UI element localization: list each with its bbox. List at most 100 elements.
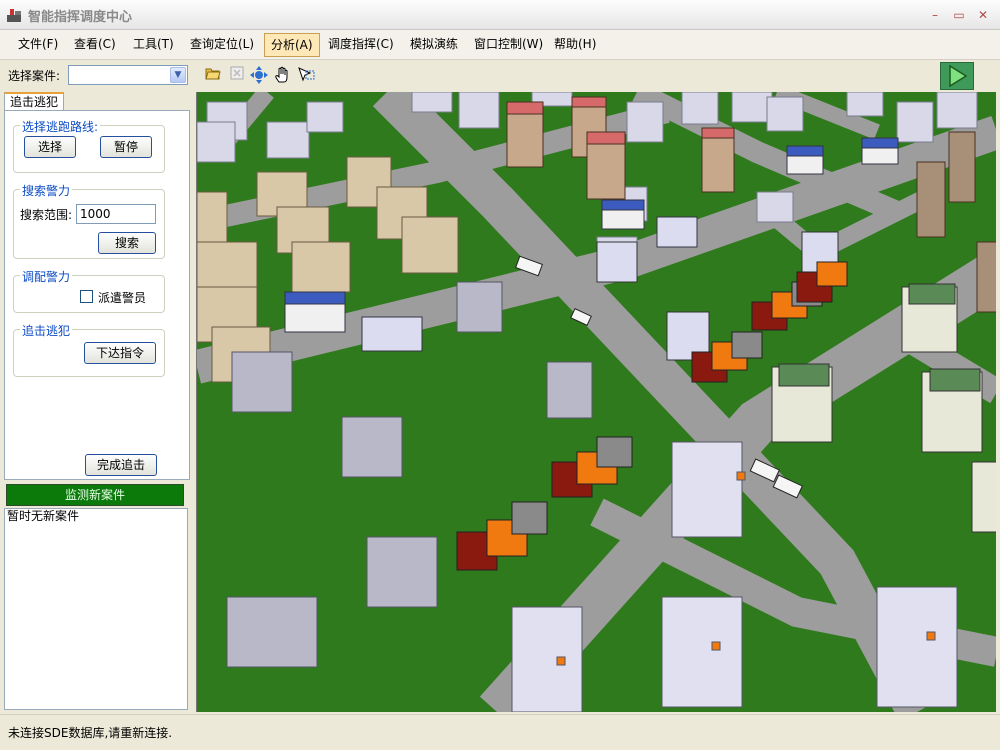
building [226,596,318,668]
building [731,92,773,123]
new-case-list[interactable]: 暂时无新案件 [4,508,188,710]
building-roof [601,199,645,211]
building [458,92,500,129]
3d-city-map[interactable] [196,92,996,712]
app-icon [6,7,24,23]
building [284,301,346,333]
roof-vent [711,641,721,651]
roof-vent [556,656,566,666]
building [671,441,743,538]
building [291,241,351,293]
pursue-group: 追击逃犯 下达指令 [13,322,165,377]
building [197,121,236,163]
dispatch-officer-checkbox[interactable] [80,290,93,303]
building-roof [786,145,824,157]
building [596,241,638,283]
building [936,92,978,129]
select-route-button[interactable]: 选择 [24,136,76,158]
menu-bar: 文件(F) 查看(C) 工具(T) 查询定位(L) 分析(A) 调度指挥(C) … [0,30,1000,60]
building [341,416,403,478]
building [948,131,976,203]
finish-pursuit-button[interactable]: 完成追击 [85,454,157,476]
building-roof [506,101,544,115]
menu-simulation[interactable]: 模拟演练 [404,33,464,57]
pan-cross-icon[interactable] [250,66,268,84]
building [231,351,293,413]
case-select[interactable]: ▼ [68,65,188,85]
minimize-button[interactable]: – [926,8,944,22]
building [971,461,996,533]
building [411,92,453,113]
building [366,536,438,608]
house [596,436,633,468]
pause-button[interactable]: 暂停 [100,136,152,158]
pursuit-panel: 选择逃跑路线: 选择 暂停 搜索警力 搜索范围: 1000 搜索 调配警力 派遣… [4,110,190,480]
building [506,106,544,168]
folder-open-icon[interactable] [204,66,222,84]
navigate-button[interactable] [940,62,974,90]
building-roof [861,137,899,149]
dispatch-officer-label: 派遣警员 [98,291,147,305]
building [701,131,735,193]
building [661,596,743,708]
menu-window-control[interactable]: 窗口控制(W) [468,33,549,57]
building-roof [284,291,346,305]
building [681,92,719,125]
building [626,101,664,143]
dispatch-group-title: 调配警力 [20,268,73,285]
select-arrow-icon[interactable] [297,66,315,84]
menu-help[interactable]: 帮助(H) [548,33,602,57]
search-range-label: 搜索范围: [20,208,73,222]
maximize-button[interactable]: ▭ [950,8,968,22]
route-group: 选择逃跑路线: 选择 暂停 [13,118,165,173]
chevron-down-icon[interactable]: ▼ [170,67,186,83]
building-roof [571,96,607,108]
tab-pursue-fugitive[interactable]: 追击逃犯 [4,92,64,111]
menu-view[interactable]: 查看(C) [68,33,122,57]
menu-file[interactable]: 文件(F) [12,33,64,57]
building [846,92,884,117]
menu-tools[interactable]: 工具(T) [127,33,180,57]
building [756,191,794,223]
house [511,501,548,535]
building [876,586,958,708]
building [306,101,344,133]
building [361,316,423,352]
building [511,606,583,712]
building-roof [778,363,830,387]
search-range-input[interactable]: 1000 [76,204,156,224]
close-button[interactable]: ✕ [974,8,992,22]
city-scene [197,92,996,712]
route-group-title: 选择逃跑路线: [20,118,101,135]
case-select-label: 选择案件: [8,69,61,83]
roof-vent [736,471,746,481]
building [766,96,804,132]
building [456,281,503,333]
house [731,331,763,359]
search-group-title: 搜索警力 [20,182,73,199]
building-roof [908,283,956,305]
hand-icon[interactable] [274,66,292,84]
menu-query-locate[interactable]: 查询定位(L) [184,33,260,57]
building-roof [929,368,981,392]
issue-order-button[interactable]: 下达指令 [84,342,156,364]
building [976,241,996,313]
menu-analysis[interactable]: 分析(A) [264,33,320,57]
search-button[interactable]: 搜索 [98,232,156,254]
building [586,136,626,200]
building [896,101,934,143]
building-roof [701,127,735,139]
building [916,161,946,238]
search-police-group: 搜索警力 搜索范围: 1000 搜索 [13,182,165,259]
building [266,121,310,159]
building [197,191,228,247]
building-roof [586,131,626,145]
status-message: 未连接SDE数据库,请重新连接. [8,726,173,740]
house [816,261,848,287]
close-map-icon[interactable] [228,66,246,84]
dispatch-police-group: 调配警力 派遣警员 [13,268,165,313]
window-title: 智能指挥调度中心 [28,10,133,25]
pursue-group-title: 追击逃犯 [20,322,73,339]
monitor-new-case-button[interactable]: 监测新案件 [6,484,184,506]
menu-dispatch[interactable]: 调度指挥(C) [322,33,400,57]
